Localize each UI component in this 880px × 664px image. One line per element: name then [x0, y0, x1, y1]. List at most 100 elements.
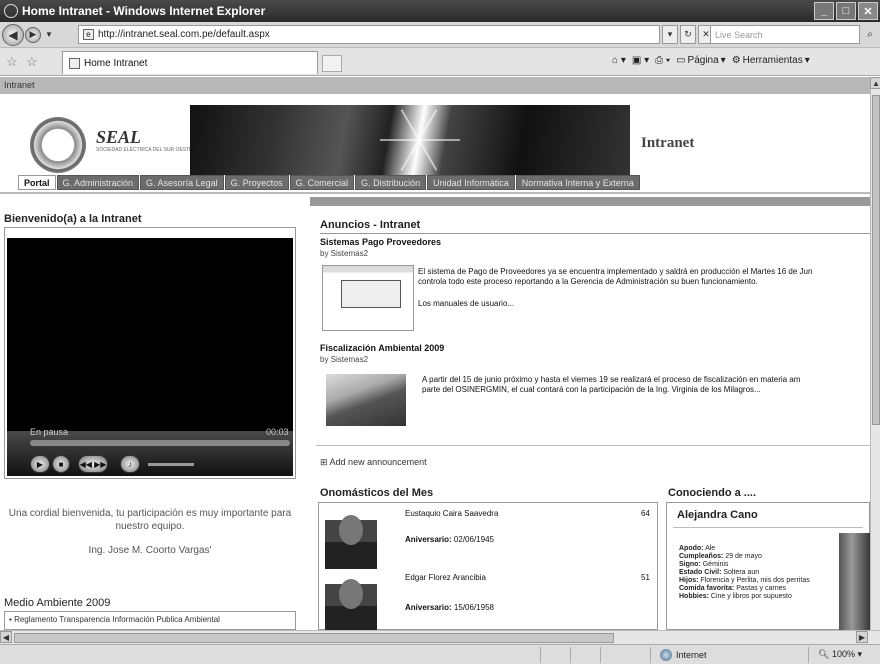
fact-row: Estado Civil: Soltera aun	[679, 569, 760, 576]
header-banner-image	[190, 105, 630, 175]
site-band: Intranet	[0, 77, 870, 94]
fact-row: Hobbies: Cine y libros por supuesto	[679, 593, 792, 600]
zoom-level[interactable]: 🔍︎ 100% ▾	[818, 649, 862, 660]
tab-unidad-informatica[interactable]: Unidad Informática	[427, 175, 515, 190]
play-icon[interactable]: ▶	[30, 455, 50, 473]
add-favorites-icon[interactable]: ☆	[26, 54, 38, 70]
featured-person-photo	[839, 533, 870, 630]
announcement-text-1a: El sistema de Pago de Proveedores ya se …	[418, 267, 813, 276]
security-zone[interactable]: Internet	[660, 649, 707, 661]
add-announcement-label: Add new announcement	[329, 457, 427, 467]
search-input[interactable]: Live Search	[710, 25, 860, 44]
status-bar: Internet 🔍︎ 100% ▾	[0, 644, 880, 664]
medio-ambiente-link[interactable]: Reglamento Transparencia Información Pub…	[14, 615, 220, 624]
tab-proyectos[interactable]: G. Proyectos	[224, 175, 289, 190]
forward-button[interactable]: ▶	[25, 26, 41, 43]
favorites-star-icon[interactable]: ☆	[6, 54, 18, 70]
person-anniversary-2: Aniversario: 15/06/1958	[405, 603, 494, 612]
anniversary-label-1: Aniversario:	[405, 535, 452, 544]
volume-slider[interactable]	[148, 463, 194, 466]
announcement-author-1: by Sistemas2	[320, 249, 369, 258]
close-button[interactable]: ✕	[858, 2, 878, 20]
tab-asesoria-legal[interactable]: G. Asesoría Legal	[140, 175, 224, 190]
person-age-1: 64	[641, 509, 650, 518]
web-page: Intranet SEAL SOCIEDAD ELÉCTRICA DEL SUR…	[0, 77, 870, 630]
minimize-button[interactable]: _	[814, 2, 834, 20]
announcement-text-2a: A partir del 15 de junio próximo y hasta…	[422, 375, 801, 384]
window-controls: _ □ ✕	[814, 2, 878, 20]
anuncios-divider	[320, 233, 870, 234]
page-menu[interactable]: ▭ Página ▾	[676, 55, 726, 66]
medio-ambiente-list: ▪ Reglamento Transparencia Información P…	[4, 611, 296, 630]
scroll-up-icon[interactable]: ▲	[870, 77, 880, 89]
anniversary-label-2: Aniversario:	[405, 603, 452, 612]
add-announcement-link[interactable]: ⊞ Add new announcement	[320, 457, 427, 468]
header-divider	[0, 192, 870, 194]
video-area[interactable]	[7, 238, 293, 431]
featured-person-facts: Apodo: Ale Cumpleaños: 29 de mayo Signo:…	[679, 545, 839, 601]
print-icon[interactable]: ⎙ ▾	[655, 55, 670, 66]
site-nav-tabs: Portal G. Administración G. Asesoría Leg…	[18, 175, 640, 190]
tab-normativa[interactable]: Normativa Interna y Externa	[515, 175, 640, 190]
person-age-2: 51	[641, 573, 650, 582]
zoom-value: 100%	[831, 649, 855, 659]
horizontal-scrollbar[interactable]: ◀ ▶	[0, 630, 880, 644]
vertical-scrollbar[interactable]: ▲	[870, 77, 880, 630]
search-placeholder: Live Search	[715, 29, 763, 40]
announcement-text-1b: controla todo este proceso reportando a …	[418, 277, 758, 286]
history-dropdown-icon[interactable]: ▼	[45, 30, 53, 39]
conociendo-title: Conociendo a ....	[668, 487, 757, 499]
home-icon[interactable]: ⌂ ▾	[612, 55, 626, 66]
new-tab-button[interactable]	[322, 55, 342, 72]
person-photo-1	[325, 509, 377, 569]
tools-menu[interactable]: ⚙ Herramientas ▾	[732, 55, 810, 66]
globe-icon	[660, 649, 672, 661]
person-anniversary-1: Aniversario: 02/06/1945	[405, 535, 494, 544]
tools-menu-label: Herramientas	[742, 55, 803, 66]
welcome-message: Una cordial bienvenida, tu participación…	[8, 508, 292, 532]
logo-subtitle: SOCIEDAD ELÉCTRICA DEL SUR OESTE S.A.	[96, 147, 204, 153]
fact-row: Apodo: Ale	[679, 545, 716, 552]
tab-portal[interactable]: Portal	[18, 175, 56, 190]
featured-person-name: Alejandra Cano	[677, 509, 758, 521]
vertical-scroll-thumb[interactable]	[872, 95, 880, 425]
address-row: ◀ ▶ ▼ e http://intranet.seal.com.pe/defa…	[0, 22, 880, 48]
back-button[interactable]: ◀	[2, 23, 24, 46]
window-title: Home Intranet - Windows Internet Explore…	[22, 4, 266, 18]
site-header: SEAL SOCIEDAD ELÉCTRICA DEL SUR OESTE S.…	[18, 95, 868, 175]
logo-text: SEAL	[96, 127, 142, 147]
tab-home-intranet[interactable]: Home Intranet	[62, 51, 318, 74]
announcement-title-1[interactable]: Sistemas Pago Proveedores	[320, 237, 441, 247]
header-title: Intranet	[641, 135, 695, 151]
announcement-title-2[interactable]: Fiscalización Ambiental 2009	[320, 343, 444, 353]
person-name-2: Edgar Florez Arancibia	[405, 573, 486, 582]
tab-administracion[interactable]: G. Administración	[56, 175, 140, 190]
title-bar: Home Intranet - Windows Internet Explore…	[0, 0, 880, 22]
conociendo-divider	[673, 527, 863, 528]
feeds-icon[interactable]: ▣ ▾	[632, 55, 649, 66]
fact-row: Hijos: Florencia y Perlita, mis dos perr…	[679, 577, 810, 584]
tab-distribucion[interactable]: G. Distribución	[355, 175, 427, 190]
address-bar[interactable]: e http://intranet.seal.com.pe/default.as…	[78, 25, 660, 44]
tab-page-icon	[69, 57, 80, 69]
announcement-text-2b: parte del OSINERGMIN, el cual contará co…	[422, 385, 761, 394]
conociendo-box: Alejandra Cano Apodo: Ale Cumpleaños: 29…	[666, 502, 870, 630]
maximize-button[interactable]: □	[836, 2, 856, 20]
onomasticos-title: Onomásticos del Mes	[320, 487, 434, 499]
tab-comercial[interactable]: G. Comercial	[289, 175, 355, 190]
mute-icon[interactable]: ♪	[120, 455, 140, 473]
search-icon[interactable]: ⌕	[862, 25, 878, 44]
anniversary-date-1: 02/06/1945	[453, 535, 494, 544]
horizontal-scroll-thumb[interactable]	[14, 633, 614, 643]
stop-button-icon[interactable]: ■	[52, 455, 70, 473]
prev-next-icon[interactable]: ◀◀ ▶▶	[78, 455, 108, 473]
scroll-left-icon[interactable]: ◀	[0, 631, 12, 643]
refresh-icon[interactable]: ↻	[680, 25, 696, 44]
fact-row: Cumpleaños: 29 de mayo	[679, 553, 762, 560]
url-dropdown-icon[interactable]: ▾	[662, 25, 678, 44]
scroll-right-icon[interactable]: ▶	[856, 631, 868, 643]
seek-bar[interactable]	[30, 440, 290, 446]
fact-row: Comida favorita: Pastas y carnes	[679, 585, 786, 592]
content-grey-bar	[310, 197, 870, 206]
welcome-signature: Ing. Jose M. Coorto Vargas'	[88, 545, 212, 556]
